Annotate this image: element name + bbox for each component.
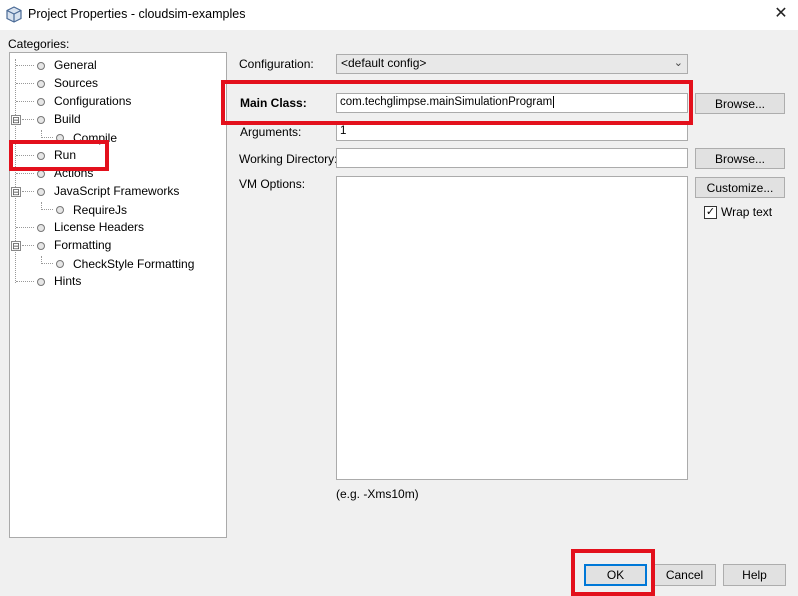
cancel-button[interactable]: Cancel [653,564,716,586]
tree-item-run[interactable]: Run [54,147,76,163]
configuration-select[interactable]: <default config> ⌄ [336,54,688,74]
tree-item-build[interactable]: Build [54,111,81,127]
tree-item-hints[interactable]: Hints [54,273,81,289]
tree-item-requirejs[interactable]: RequireJs [73,202,127,218]
tree-item-checkstyle-formatting[interactable]: CheckStyle Formatting [73,256,194,272]
node-bullet-icon [37,242,45,250]
vm-options-label: VM Options: [239,177,306,191]
title-bar: Project Properties - cloudsim-examples ✕ [0,0,798,30]
node-bullet-icon [37,188,45,196]
tree-item-configurations[interactable]: Configurations [54,93,131,109]
customize-button[interactable]: Customize... [695,177,785,198]
chevron-down-icon: ⌄ [673,57,683,69]
ok-button[interactable]: OK [584,564,647,586]
tree-item-actions[interactable]: Actions [54,165,93,181]
node-bullet-icon [37,170,45,178]
collapse-toggle-icon[interactable]: ⊟ [11,115,21,125]
vm-options-hint: (e.g. -Xms10m) [336,487,419,501]
wrap-text-label: Wrap text [721,205,773,219]
wrap-text-checkbox[interactable]: ✓ [704,206,717,219]
configuration-value: <default config> [341,56,427,70]
tree-item-compile[interactable]: Compile [73,130,117,146]
node-bullet-icon [56,134,64,142]
main-class-browse-button[interactable]: Browse... [695,93,785,114]
arguments-label: Arguments: [240,125,302,139]
node-bullet-icon [37,224,45,232]
node-bullet-icon [37,80,45,88]
node-bullet-icon [37,152,45,160]
main-class-input[interactable]: com.techglimpse.mainSimulationProgram [336,93,688,113]
working-directory-browse-button[interactable]: Browse... [695,148,785,169]
arguments-input[interactable]: 1 [336,122,688,141]
node-bullet-icon [37,116,45,124]
node-bullet-icon [56,260,64,268]
tree-item-general[interactable]: General [54,57,97,73]
tree-item-sources[interactable]: Sources [54,75,98,91]
collapse-toggle-icon[interactable]: ⊟ [11,241,21,251]
text-caret [553,95,555,108]
working-directory-input[interactable] [336,148,688,168]
project-cube-icon [6,6,22,23]
main-class-value: com.techglimpse.mainSimulationProgram [340,96,553,108]
vm-options-textarea[interactable] [336,176,688,480]
checkmark-icon: ✓ [705,206,716,218]
node-bullet-icon [56,206,64,214]
window-title: Project Properties - cloudsim-examples [28,7,246,21]
tree-item-formatting[interactable]: Formatting [54,237,111,253]
collapse-toggle-icon[interactable]: ⊟ [11,187,21,197]
node-bullet-icon [37,278,45,286]
configuration-label: Configuration: [239,57,314,71]
main-class-label: Main Class: [240,96,307,110]
category-tree[interactable]: General Sources Configurations ⊟ Build C… [9,52,227,538]
close-button[interactable]: ✕ [768,3,794,25]
node-bullet-icon [37,62,45,70]
working-directory-label: Working Directory: [239,152,338,166]
tree-item-license-headers[interactable]: License Headers [54,219,144,235]
categories-label: Categories: [8,37,70,51]
tree-item-javascript-frameworks[interactable]: JavaScript Frameworks [54,183,179,199]
node-bullet-icon [37,98,45,106]
help-button[interactable]: Help [723,564,786,586]
